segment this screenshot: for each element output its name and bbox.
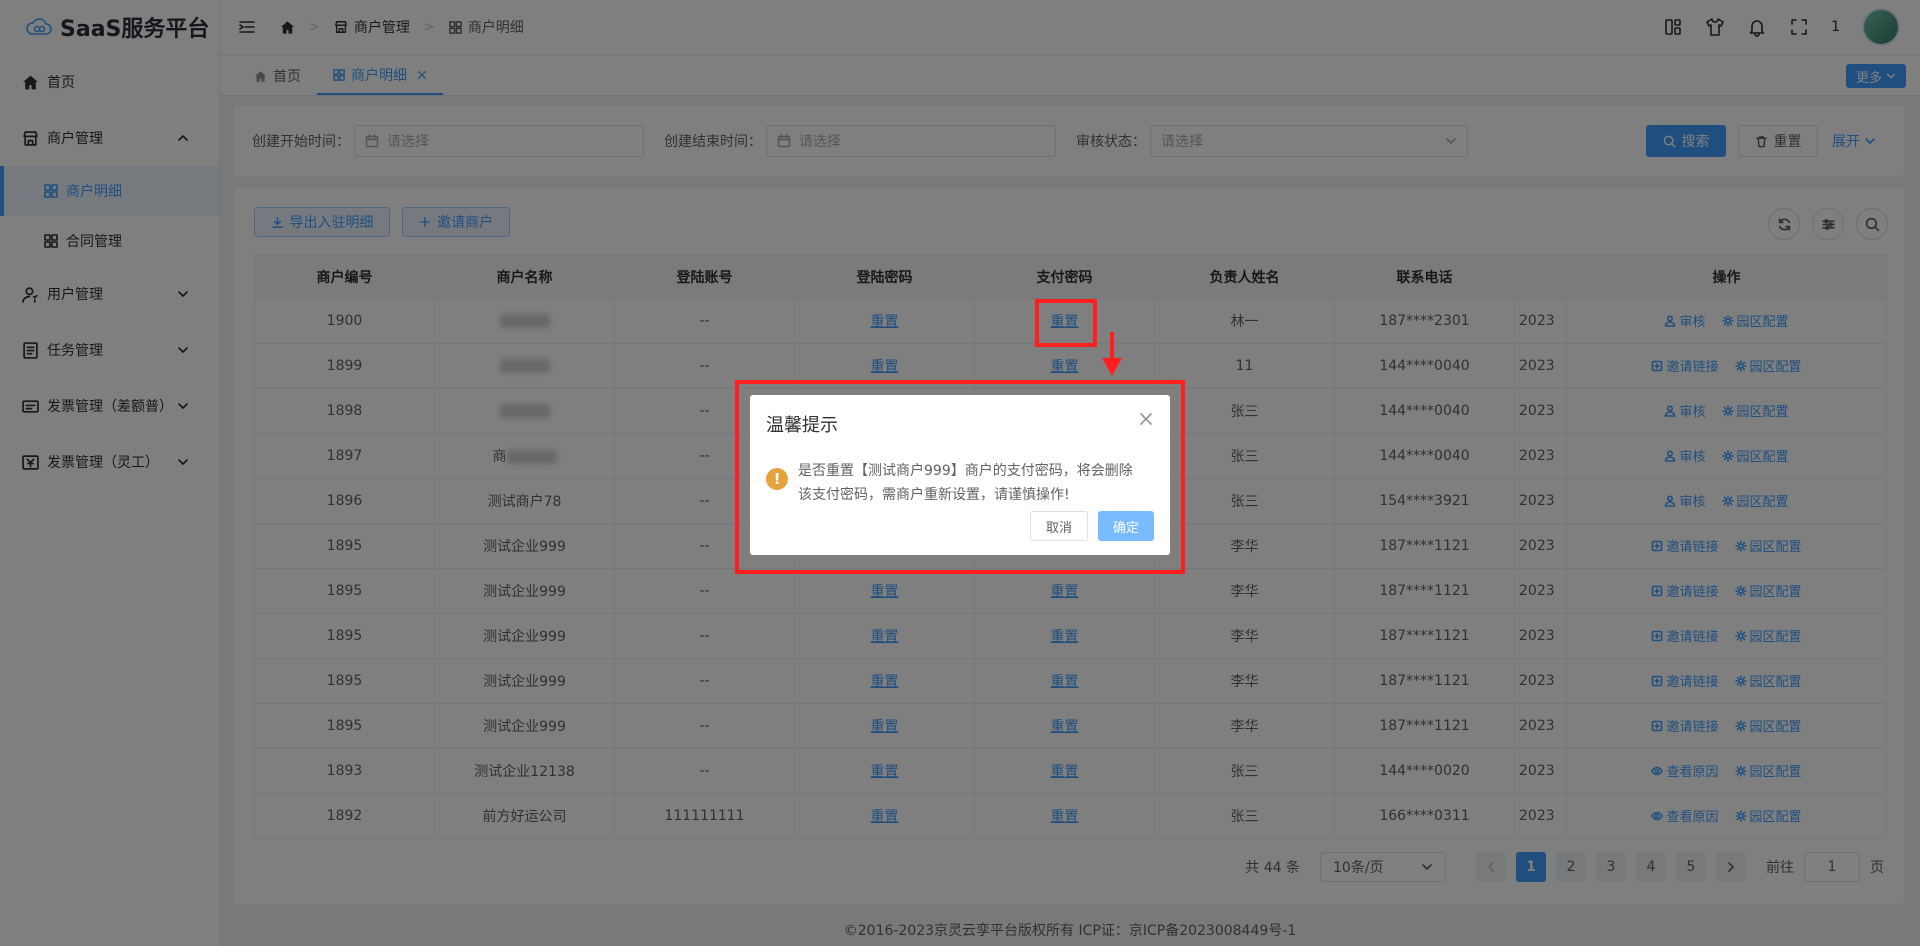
annotation-arrow-icon bbox=[1102, 332, 1122, 376]
dialog-message: 是否重置【测试商户999】商户的支付密码，将会删除 该支付密码，需商户重新设置，… bbox=[798, 463, 1133, 503]
confirm-button[interactable]: 确定 bbox=[1097, 511, 1154, 541]
warning-icon: ! bbox=[766, 468, 788, 490]
highlight-box-pay-reset bbox=[1035, 299, 1097, 347]
dialog-footer: 取消 确定 bbox=[1029, 511, 1154, 541]
cancel-button[interactable]: 取消 bbox=[1029, 511, 1088, 541]
close-icon[interactable] bbox=[1138, 411, 1154, 427]
dialog-body: ! 是否重置【测试商户999】商户的支付密码，将会删除 该支付密码，需商户重新设… bbox=[766, 459, 1154, 507]
confirm-dialog: 温馨提示 ! 是否重置【测试商户999】商户的支付密码，将会删除 该支付密码，需… bbox=[750, 395, 1170, 555]
dialog-title: 温馨提示 bbox=[766, 415, 838, 436]
